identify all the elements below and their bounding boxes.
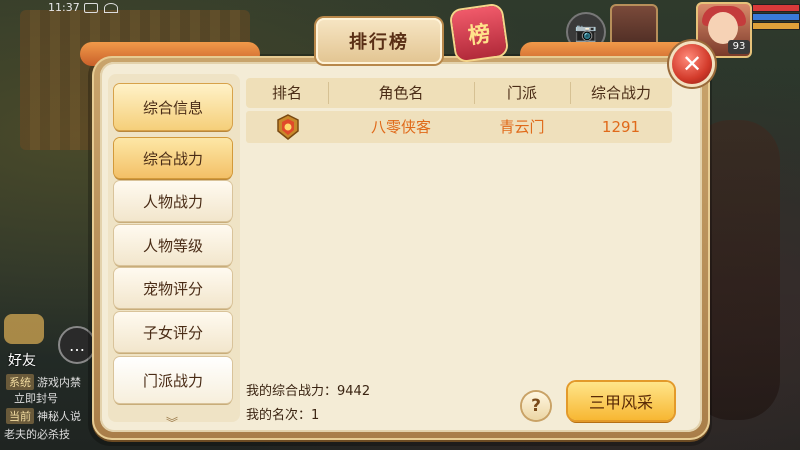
chat-text: 神秘人说: [37, 410, 81, 423]
category-tab-character-level[interactable]: 人物等级: [114, 225, 232, 265]
cell-character-name: 八零侠客: [370, 118, 431, 136]
my-rank-label: 我的名次：: [246, 408, 312, 423]
help-button[interactable]: ?: [522, 392, 550, 420]
hp-bar: [752, 4, 800, 12]
mp-bar: [752, 13, 800, 21]
leaderboard-emblem-icon: 榜: [450, 4, 508, 62]
my-rank-text: 我的名次：1: [246, 404, 319, 423]
chat-tag: 当前: [6, 408, 34, 424]
category-tab-sect-power[interactable]: 门派战力: [114, 357, 232, 403]
chat-bubble-icon: …: [69, 335, 85, 355]
chat-line: 立即封号: [14, 390, 58, 406]
chat-line: 系统 游戏内禁: [6, 374, 81, 390]
chat-line: 老夫的必杀技: [4, 426, 70, 442]
my-power-label: 我的综合战力：: [246, 384, 338, 399]
chat-text: 老夫的必杀技: [4, 428, 70, 441]
event-icon[interactable]: [4, 314, 44, 344]
question-icon: ?: [531, 396, 541, 416]
exp-bar: [752, 22, 800, 30]
column-header-rank[interactable]: 排名: [246, 78, 328, 108]
my-power-value: 9442: [337, 384, 371, 399]
wifi-icon: [104, 3, 118, 13]
close-button[interactable]: ✕: [672, 44, 712, 84]
column-header-name[interactable]: 角色名: [328, 78, 474, 108]
chat-text: 立即封号: [14, 392, 58, 405]
my-rank-value: 1: [311, 408, 320, 423]
player-level: 93: [728, 40, 750, 54]
chat-line: 当前 神秘人说: [6, 408, 81, 424]
column-header-sect[interactable]: 门派: [474, 78, 570, 108]
top-three-button[interactable]: 三甲风采: [568, 382, 674, 420]
camera-icon: 📷: [574, 21, 598, 43]
chat-text: 游戏内禁: [37, 376, 81, 389]
close-icon: ✕: [681, 50, 703, 78]
category-tab-child-score[interactable]: 子女评分: [114, 312, 232, 352]
my-power-text: 我的综合战力：9442: [246, 380, 370, 399]
chat-tag: 系统: [6, 374, 34, 390]
category-tab-overall-power[interactable]: 综合战力: [114, 138, 232, 178]
category-tab-character-power[interactable]: 人物战力: [114, 181, 232, 221]
category-header[interactable]: 综合信息: [114, 84, 232, 130]
friends-label[interactable]: 好友: [8, 350, 36, 370]
status-time: 11:37: [48, 1, 80, 14]
panel-title: 排行榜: [316, 18, 442, 64]
column-header-power[interactable]: 综合战力: [570, 78, 672, 108]
cell-power: 1291: [601, 118, 641, 136]
rank-medal-icon: [277, 114, 299, 140]
scroll-down-icon[interactable]: ︾: [166, 414, 178, 431]
category-tab-pet-score[interactable]: 宠物评分: [114, 268, 232, 308]
cell-sect: 青云门: [499, 118, 545, 136]
screen-icon: [84, 3, 98, 13]
